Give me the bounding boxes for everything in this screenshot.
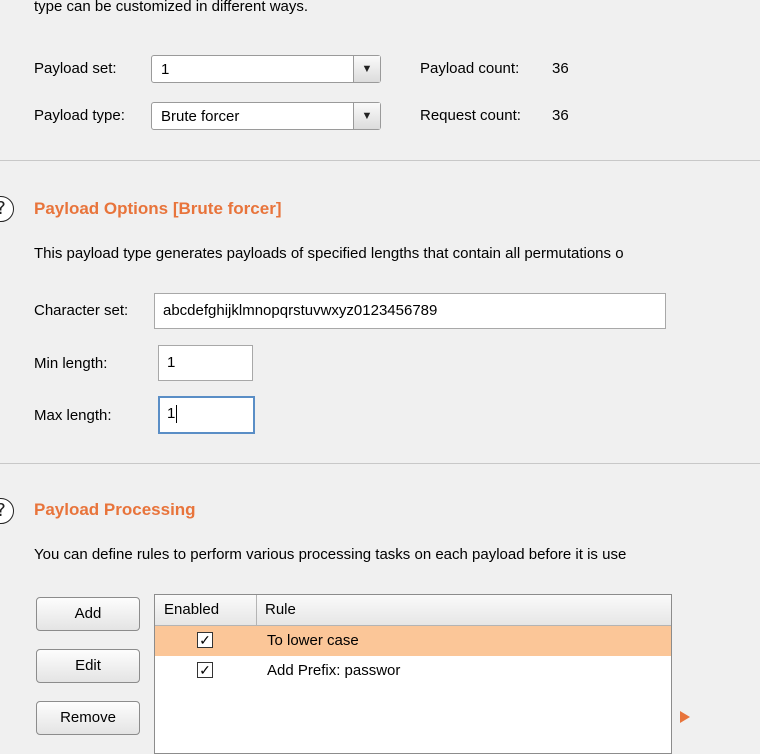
rule-cell: Add Prefix: passwor <box>267 662 401 679</box>
column-rule[interactable]: Rule <box>265 601 296 618</box>
payload-processing-description: You can define rules to perform various … <box>34 546 627 563</box>
request-count-value: 36 <box>552 107 569 124</box>
payload-set-select[interactable]: 1 ▼ <box>151 55 381 83</box>
move-right-arrow-icon[interactable] <box>680 711 690 723</box>
min-length-value: 1 <box>167 354 176 371</box>
max-length-label: Max length: <box>34 407 112 424</box>
payload-type-value: Brute forcer <box>161 108 240 125</box>
enabled-checkbox[interactable]: ✓ <box>197 662 213 678</box>
min-length-label: Min length: <box>34 355 108 372</box>
add-rule-button[interactable]: Add <box>36 597 140 631</box>
character-set-input[interactable]: abcdefghijklmnopqrstuvwxyz0123456789 <box>154 293 666 329</box>
max-length-input[interactable]: 1 <box>158 396 255 434</box>
chevron-down-icon[interactable]: ▼ <box>353 103 380 129</box>
divider <box>0 160 760 161</box>
help-icon[interactable]: ? <box>0 498 14 524</box>
payload-count-label: Payload count: <box>420 60 520 77</box>
enabled-checkbox[interactable]: ✓ <box>197 632 213 648</box>
remove-rule-button[interactable]: Remove <box>36 701 140 735</box>
divider <box>0 463 760 464</box>
chevron-down-icon[interactable]: ▼ <box>353 56 380 82</box>
column-separator <box>256 595 257 625</box>
intro-text: type can be customized in different ways… <box>34 0 309 15</box>
payload-set-value: 1 <box>161 61 170 78</box>
table-row[interactable]: ✓ Add Prefix: passwor <box>155 656 671 686</box>
column-enabled[interactable]: Enabled <box>164 601 219 618</box>
character-set-value: abcdefghijklmnopqrstuvwxyz0123456789 <box>163 302 438 319</box>
request-count-label: Request count: <box>420 107 521 124</box>
help-icon[interactable]: ? <box>0 196 14 222</box>
edit-rule-button[interactable]: Edit <box>36 649 140 683</box>
rule-cell: To lower case <box>267 632 359 649</box>
payload-type-label: Payload type: <box>34 107 125 124</box>
text-caret <box>176 405 178 424</box>
character-set-label: Character set: <box>34 302 129 319</box>
payload-options-title: Payload Options [Brute forcer] <box>34 199 282 218</box>
payload-options-description: This payload type generates payloads of … <box>34 245 624 262</box>
payload-type-select[interactable]: Brute forcer ▼ <box>151 102 381 130</box>
rules-table: Enabled Rule ✓ To lower case ✓ Add Prefi… <box>154 594 672 754</box>
payload-count-value: 36 <box>552 60 569 77</box>
min-length-input[interactable]: 1 <box>158 345 253 381</box>
table-row[interactable]: ✓ To lower case <box>155 626 671 656</box>
payload-set-label: Payload set: <box>34 60 117 77</box>
max-length-value: 1 <box>167 405 176 422</box>
rules-table-header: Enabled Rule <box>155 595 671 626</box>
payload-processing-title: Payload Processing <box>34 500 196 519</box>
